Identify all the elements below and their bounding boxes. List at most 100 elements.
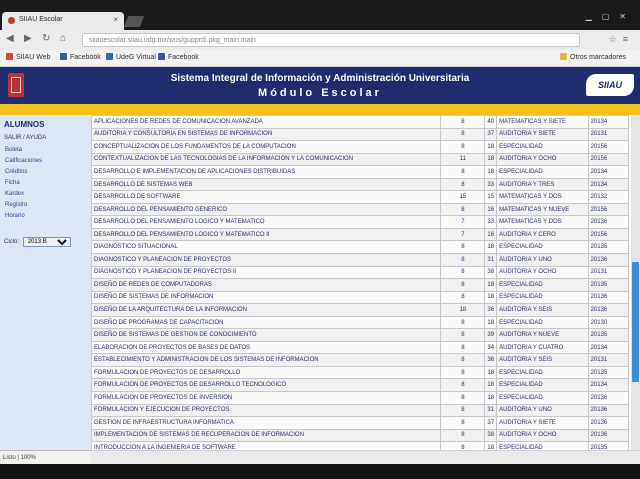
cycle-cell: 20136 bbox=[587, 303, 630, 317]
sidebar-item-horario[interactable]: Horario bbox=[5, 213, 25, 219]
back-icon[interactable]: ◀ bbox=[6, 33, 14, 44]
bookmarks-bar: SIIAU Web Facebook UdeG Virtual Facebook… bbox=[0, 50, 640, 67]
table-row[interactable]: DISEÑO DE SISTEMAS DE INFORMACION 8 18 ESPE… bbox=[91, 290, 630, 305]
courses-table: APLICACIONES DE REDES DE COMUNICACION AV… bbox=[91, 115, 630, 450]
sidebar-item-ficha[interactable]: Ficha bbox=[5, 180, 20, 186]
sidebar-item-kardex[interactable]: Kardex bbox=[5, 191, 24, 197]
bookmark-item[interactable]: Facebook bbox=[158, 53, 199, 61]
bookmark-item[interactable]: Facebook bbox=[60, 53, 101, 61]
table-row[interactable]: FORMULACION DE PROYECTOS DE DESARROLLO 8 1… bbox=[91, 365, 630, 380]
cycle-cell: 20136 bbox=[587, 290, 630, 305]
table-row[interactable]: FORMULACION Y EJECUCION DE PROYECTOS 8 31 A… bbox=[91, 403, 630, 418]
table-row[interactable]: GESTION DE INFRAESTRUCTURA INFORMATICA 8 3… bbox=[91, 416, 630, 430]
table-row[interactable]: DESARROLLO DE SOFTWARE 15 15 MATEMATICAS Y … bbox=[91, 190, 630, 204]
sidebar-item-boleta[interactable]: Boleta bbox=[5, 147, 22, 153]
course-name-cell: DISEÑO DE LA ARQUITECTURA DE LA INFORMAC… bbox=[91, 303, 442, 317]
letterbox-bottom bbox=[0, 464, 640, 479]
table-row[interactable]: DESARROLLO DEL PENSAMIENTO LOGICO Y MATE… bbox=[91, 227, 630, 242]
table-row[interactable]: DISEÑO DE LA ARQUITECTURA DE LA INFORMAC… bbox=[91, 303, 630, 317]
sidebar-item-calificaciones[interactable]: Calificaciones bbox=[5, 158, 42, 164]
table-row[interactable]: INTRODUCCION A LA INGENIERIA DE SOFTWARE… bbox=[91, 441, 630, 450]
window-controls[interactable]: ▁▢✕ bbox=[586, 12, 636, 21]
table-row[interactable]: DIAGNOSTICO Y PLANEACION DE PROYECTOS II… bbox=[91, 265, 630, 280]
bookmark-item[interactable]: UdeG Virtual bbox=[106, 53, 156, 61]
address-bar[interactable]: siiauescolar.siiau.udg.mx/wus/gupprdi.pk… bbox=[82, 33, 580, 47]
schedule-cell: ESPECIALIDAD bbox=[496, 315, 589, 330]
other-bookmarks[interactable]: Otros marcadores bbox=[560, 53, 626, 61]
bookmark-item[interactable]: SIIAU Web bbox=[6, 53, 51, 61]
course-name-cell: DISEÑO DE SISTEMAS DE INFORMACION bbox=[91, 290, 442, 305]
toolbar-icons[interactable]: ☆≡ bbox=[609, 34, 634, 45]
credits-cell: 8 bbox=[440, 428, 486, 443]
sidebar-item-registro[interactable]: Registro bbox=[5, 202, 27, 208]
table-row[interactable]: DESARROLLO DEL PENSAMIENTO GENERICO 8 16 MA… bbox=[91, 202, 630, 217]
credits-cell: 8 bbox=[440, 328, 486, 342]
schedule-cell: AUDITORIA Y NUEVE bbox=[496, 328, 589, 342]
cycle-cell: 20131 bbox=[587, 353, 630, 367]
cycle-cell: 20156 bbox=[587, 202, 630, 217]
reload-icon[interactable]: ↻ bbox=[42, 33, 50, 44]
header-accent-bar bbox=[0, 104, 640, 115]
schedule-cell: AUDITORIA Y UNO bbox=[496, 253, 589, 267]
schedule-cell: ESPECIALIDAD bbox=[496, 290, 589, 305]
table-row[interactable]: DESARROLLO E IMPLEMENTACION DE APLICACIO… bbox=[91, 165, 630, 179]
cycle-cell: 20135 bbox=[587, 278, 630, 292]
table-row[interactable]: IMPLEMENTACION DE SISTEMAS DE RECUPERACI… bbox=[91, 428, 630, 443]
course-name-cell: INTRODUCCION A LA INGENIERIA DE SOFTWARE bbox=[91, 441, 442, 450]
cycle-cell: 20156 bbox=[587, 140, 630, 154]
table-row[interactable]: DESARROLLO DE SISTEMAS WEB 8 33 AUDITORIA Y… bbox=[91, 177, 630, 192]
cycle-cell: 20135 bbox=[587, 441, 630, 450]
section-cell: 36 bbox=[484, 353, 498, 367]
section-cell: 18 bbox=[484, 441, 498, 450]
course-name-cell: AUDITORIA Y CONSULTORIA EN SISTEMAS DE I… bbox=[91, 127, 442, 142]
table-row[interactable]: DIAGNOSTICO SITUACIONAL 8 18 ESPECIALIDAD 20… bbox=[91, 240, 630, 254]
table-row[interactable]: DISEÑO DE REDES DE COMPUTADORAS 8 18 ESPECI… bbox=[91, 278, 630, 292]
new-tab-button[interactable] bbox=[123, 16, 145, 27]
close-tab-icon[interactable]: × bbox=[113, 15, 118, 24]
table-row[interactable]: DIAGNOSTICO Y PLANEACION DE PROYECTOS 8 31… bbox=[91, 253, 630, 267]
cycle-cell: 20135 bbox=[587, 240, 630, 254]
home-icon[interactable]: ⌂ bbox=[60, 33, 66, 44]
section-cell: 18 bbox=[484, 315, 498, 330]
table-row[interactable]: FORMULACION DE PROYECTOS DE INVERSION 8 18… bbox=[91, 391, 630, 405]
horizontal-scrollbar[interactable] bbox=[91, 450, 640, 465]
forward-icon[interactable]: ▶ bbox=[24, 33, 32, 44]
credits-cell: 8 bbox=[440, 391, 486, 405]
credits-cell: 11 bbox=[440, 152, 486, 167]
section-cell: 36 bbox=[484, 303, 498, 317]
bookmark-icon bbox=[60, 53, 67, 60]
course-name-cell: DISEÑO DE PROGRAMAS DE CAPACITACION bbox=[91, 315, 442, 330]
browser-toolbar: ◀ ▶ ↻ ⌂ siiauescolar.siiau.udg.mx/wus/gu… bbox=[0, 30, 640, 50]
credits-cell: 8 bbox=[440, 365, 486, 380]
table-row[interactable]: AUDITORIA Y CONSULTORIA EN SISTEMAS DE I… bbox=[91, 127, 630, 142]
table-row[interactable]: DESARROLLO DEL PENSAMIENTO LOGICO Y MATE… bbox=[91, 215, 630, 229]
table-row[interactable]: DISEÑO DE PROGRAMAS DE CAPACITACION 8 18 ES… bbox=[91, 315, 630, 330]
credits-cell: 8 bbox=[440, 278, 486, 292]
table-row[interactable]: FORMULACION DE PROYECTOS DE DESARROLLO T… bbox=[91, 378, 630, 393]
table-row[interactable]: ESTABLECIMIENTO Y ADMINISTRACION DE LOS … bbox=[91, 353, 630, 367]
course-name-cell: DESARROLLO DEL PENSAMIENTO GENERICO bbox=[91, 202, 442, 217]
sidebar-item-creditos[interactable]: Créditos bbox=[5, 169, 27, 175]
section-cell: 33 bbox=[484, 177, 498, 192]
tab-title: SIIAU Escolar bbox=[19, 16, 63, 23]
cycle-select[interactable]: 2013 B bbox=[22, 237, 71, 247]
credits-cell: 8 bbox=[440, 202, 486, 217]
table-row[interactable]: CONCEPTUALIZACION DE LOS FUNDAMENTOS DE … bbox=[91, 140, 630, 154]
table-row[interactable]: DISEÑO DE SISTEMAS DE GESTION DE CONOCIM… bbox=[91, 328, 630, 342]
table-row[interactable]: APLICACIONES DE REDES DE COMUNICACION AV… bbox=[91, 115, 630, 129]
table-row[interactable]: ELABORACION DE PROYECTOS DE BASES DE DAT… bbox=[91, 340, 630, 355]
course-name-cell: DESARROLLO E IMPLEMENTACION DE APLICACIO… bbox=[91, 165, 442, 179]
vertical-scrollbar-thumb[interactable] bbox=[632, 262, 639, 382]
schedule-cell: AUDITORIA Y UNO bbox=[496, 403, 589, 418]
credits-cell: 8 bbox=[440, 127, 486, 142]
course-name-cell: DIAGNOSTICO SITUACIONAL bbox=[91, 240, 442, 254]
table-row[interactable]: CONTEXTUALIZACION DE LAS TECNOLOGIAS DE … bbox=[91, 152, 630, 167]
schedule-cell: AUDITORIA Y SIETE bbox=[496, 416, 589, 430]
section-cell: 18 bbox=[484, 152, 498, 167]
folder-icon bbox=[560, 53, 567, 60]
sidebar-logout-link[interactable]: SALIR / AYUDA bbox=[4, 135, 46, 141]
section-cell: 16 bbox=[484, 202, 498, 217]
course-name-cell: FORMULACION DE PROYECTOS DE INVERSION bbox=[91, 391, 442, 405]
browser-tab[interactable]: SIIAU Escolar × bbox=[2, 12, 124, 30]
section-cell: 18 bbox=[484, 240, 498, 254]
